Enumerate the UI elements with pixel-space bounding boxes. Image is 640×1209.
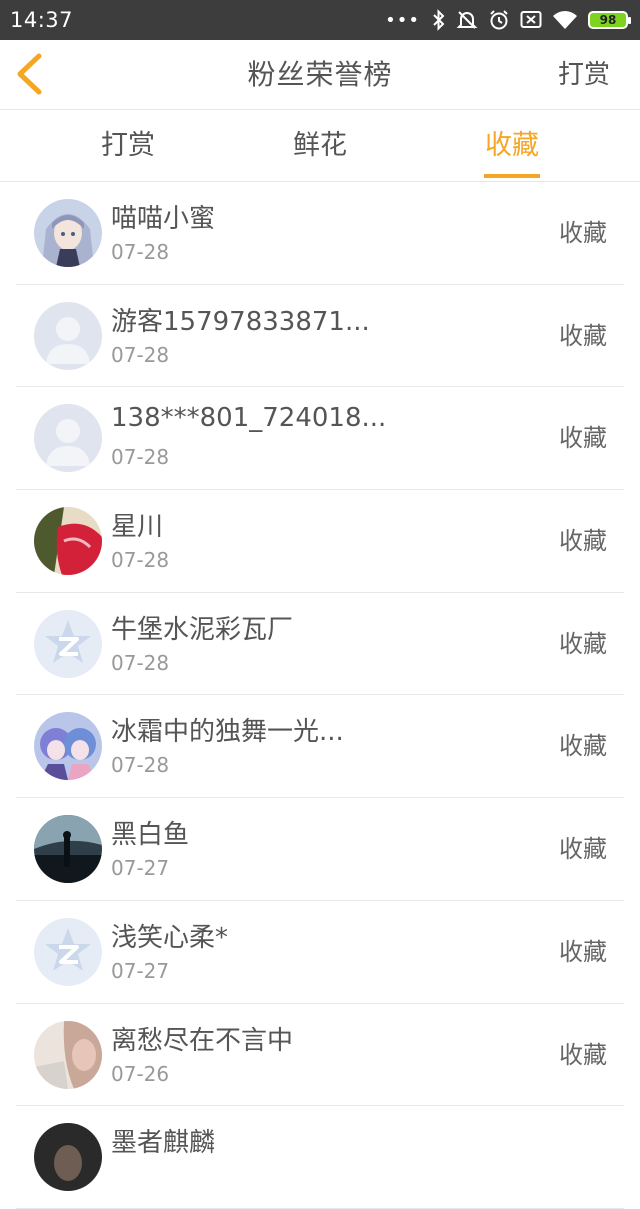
sim-card-icon <box>520 11 542 28</box>
dark-scene-avatar <box>34 815 102 884</box>
list-item[interactable]: 浅笑心柔* 07-27 收藏 <box>16 901 624 1004</box>
wifi-icon <box>553 11 577 29</box>
dark-portrait-avatar <box>34 1123 102 1192</box>
qzone-star-avatar <box>34 917 102 986</box>
fan-name: 冰霜中的独舞一光... <box>111 717 344 748</box>
list-item[interactable]: 冰霜中的独舞一光... 07-28 收藏 <box>16 695 624 799</box>
fan-name: 黑白鱼 <box>111 820 190 851</box>
fan-action: 收藏 <box>559 835 607 864</box>
fan-name: 星川 <box>111 512 164 543</box>
status-icons: ••• 98 <box>385 9 631 31</box>
fan-action: 收藏 <box>559 732 607 761</box>
title-bar: 粉丝荣誉榜 打赏 <box>0 40 640 110</box>
list-item[interactable]: 离愁尽在不言中 07-26 收藏 <box>16 1004 624 1107</box>
fan-name: 浅笑心柔* <box>111 922 229 953</box>
anime-duo-avatar <box>34 712 102 781</box>
status-bar: 14:37 ••• 98 <box>0 0 640 40</box>
default-user-avatar <box>34 404 102 473</box>
fan-date: 07-28 <box>111 445 170 470</box>
fan-date: 07-27 <box>111 958 170 983</box>
fan-date: 07-27 <box>111 856 170 881</box>
fan-date: 07-28 <box>111 240 170 264</box>
fan-date: 07-28 <box>111 650 170 675</box>
fan-action: 收藏 <box>559 1040 607 1069</box>
fan-name: 138***801_724018... <box>111 403 387 434</box>
fan-date: 07-26 <box>111 1061 170 1086</box>
default-user-avatar <box>34 301 102 370</box>
qzone-star-avatar <box>34 609 102 678</box>
list-item[interactable]: 牛堡水泥彩瓦厂 07-28 收藏 <box>16 593 624 696</box>
tab-indicator <box>484 174 540 178</box>
fan-name: 游客15797833871... <box>111 306 370 337</box>
tab-reward[interactable]: 打赏 <box>101 110 155 182</box>
fan-action: 收藏 <box>559 527 607 556</box>
fan-action: 收藏 <box>559 937 607 966</box>
fan-name: 牛堡水泥彩瓦厂 <box>111 614 294 645</box>
portrait-avatar <box>34 1020 102 1089</box>
tab-bar: 打赏 鲜花 收藏 <box>0 110 640 182</box>
battery-level: 98 <box>599 13 617 27</box>
reward-button[interactable]: 打赏 <box>558 40 610 110</box>
fan-action: 收藏 <box>559 424 607 453</box>
list-item[interactable]: 138***801_724018... 07-28 收藏 <box>16 387 624 491</box>
list-item[interactable]: 喵喵小蜜 07-28 收藏 <box>16 182 624 285</box>
fan-action: 收藏 <box>559 629 607 658</box>
fan-name: 墨者麒麟 <box>111 1128 216 1159</box>
list-item[interactable]: 星川 07-28 收藏 <box>16 490 624 593</box>
anime-girl-avatar <box>34 199 102 267</box>
list-item[interactable]: 游客15797833871... 07-28 收藏 <box>16 285 624 388</box>
mute-bell-icon <box>456 11 478 29</box>
fan-action: 收藏 <box>559 219 607 247</box>
alarm-icon <box>490 10 508 30</box>
battery-icon: 98 <box>588 11 631 29</box>
list-item[interactable]: 黑白鱼 07-27 收藏 <box>16 798 624 901</box>
fan-action: 收藏 <box>559 321 607 350</box>
bluetooth-icon <box>433 9 445 31</box>
fan-date: 07-28 <box>111 342 170 367</box>
page-title: 粉丝荣誉榜 <box>247 58 393 91</box>
photo-avatar <box>34 507 102 576</box>
fan-date: 07-28 <box>111 753 170 778</box>
tab-flowers[interactable]: 鲜花 <box>293 110 347 182</box>
list-item[interactable]: 墨者麒麟 <box>16 1106 624 1209</box>
status-time: 14:37 <box>10 8 74 32</box>
fan-list: 喵喵小蜜 07-28 收藏 游客15797833871... 07-28 收藏 … <box>16 182 624 1209</box>
fan-name: 离愁尽在不言中 <box>111 1025 294 1056</box>
fan-date: 07-28 <box>111 548 170 573</box>
tab-favorites[interactable]: 收藏 <box>485 110 539 182</box>
more-notifications-icon: ••• <box>385 9 420 31</box>
fan-name: 喵喵小蜜 <box>111 204 216 234</box>
